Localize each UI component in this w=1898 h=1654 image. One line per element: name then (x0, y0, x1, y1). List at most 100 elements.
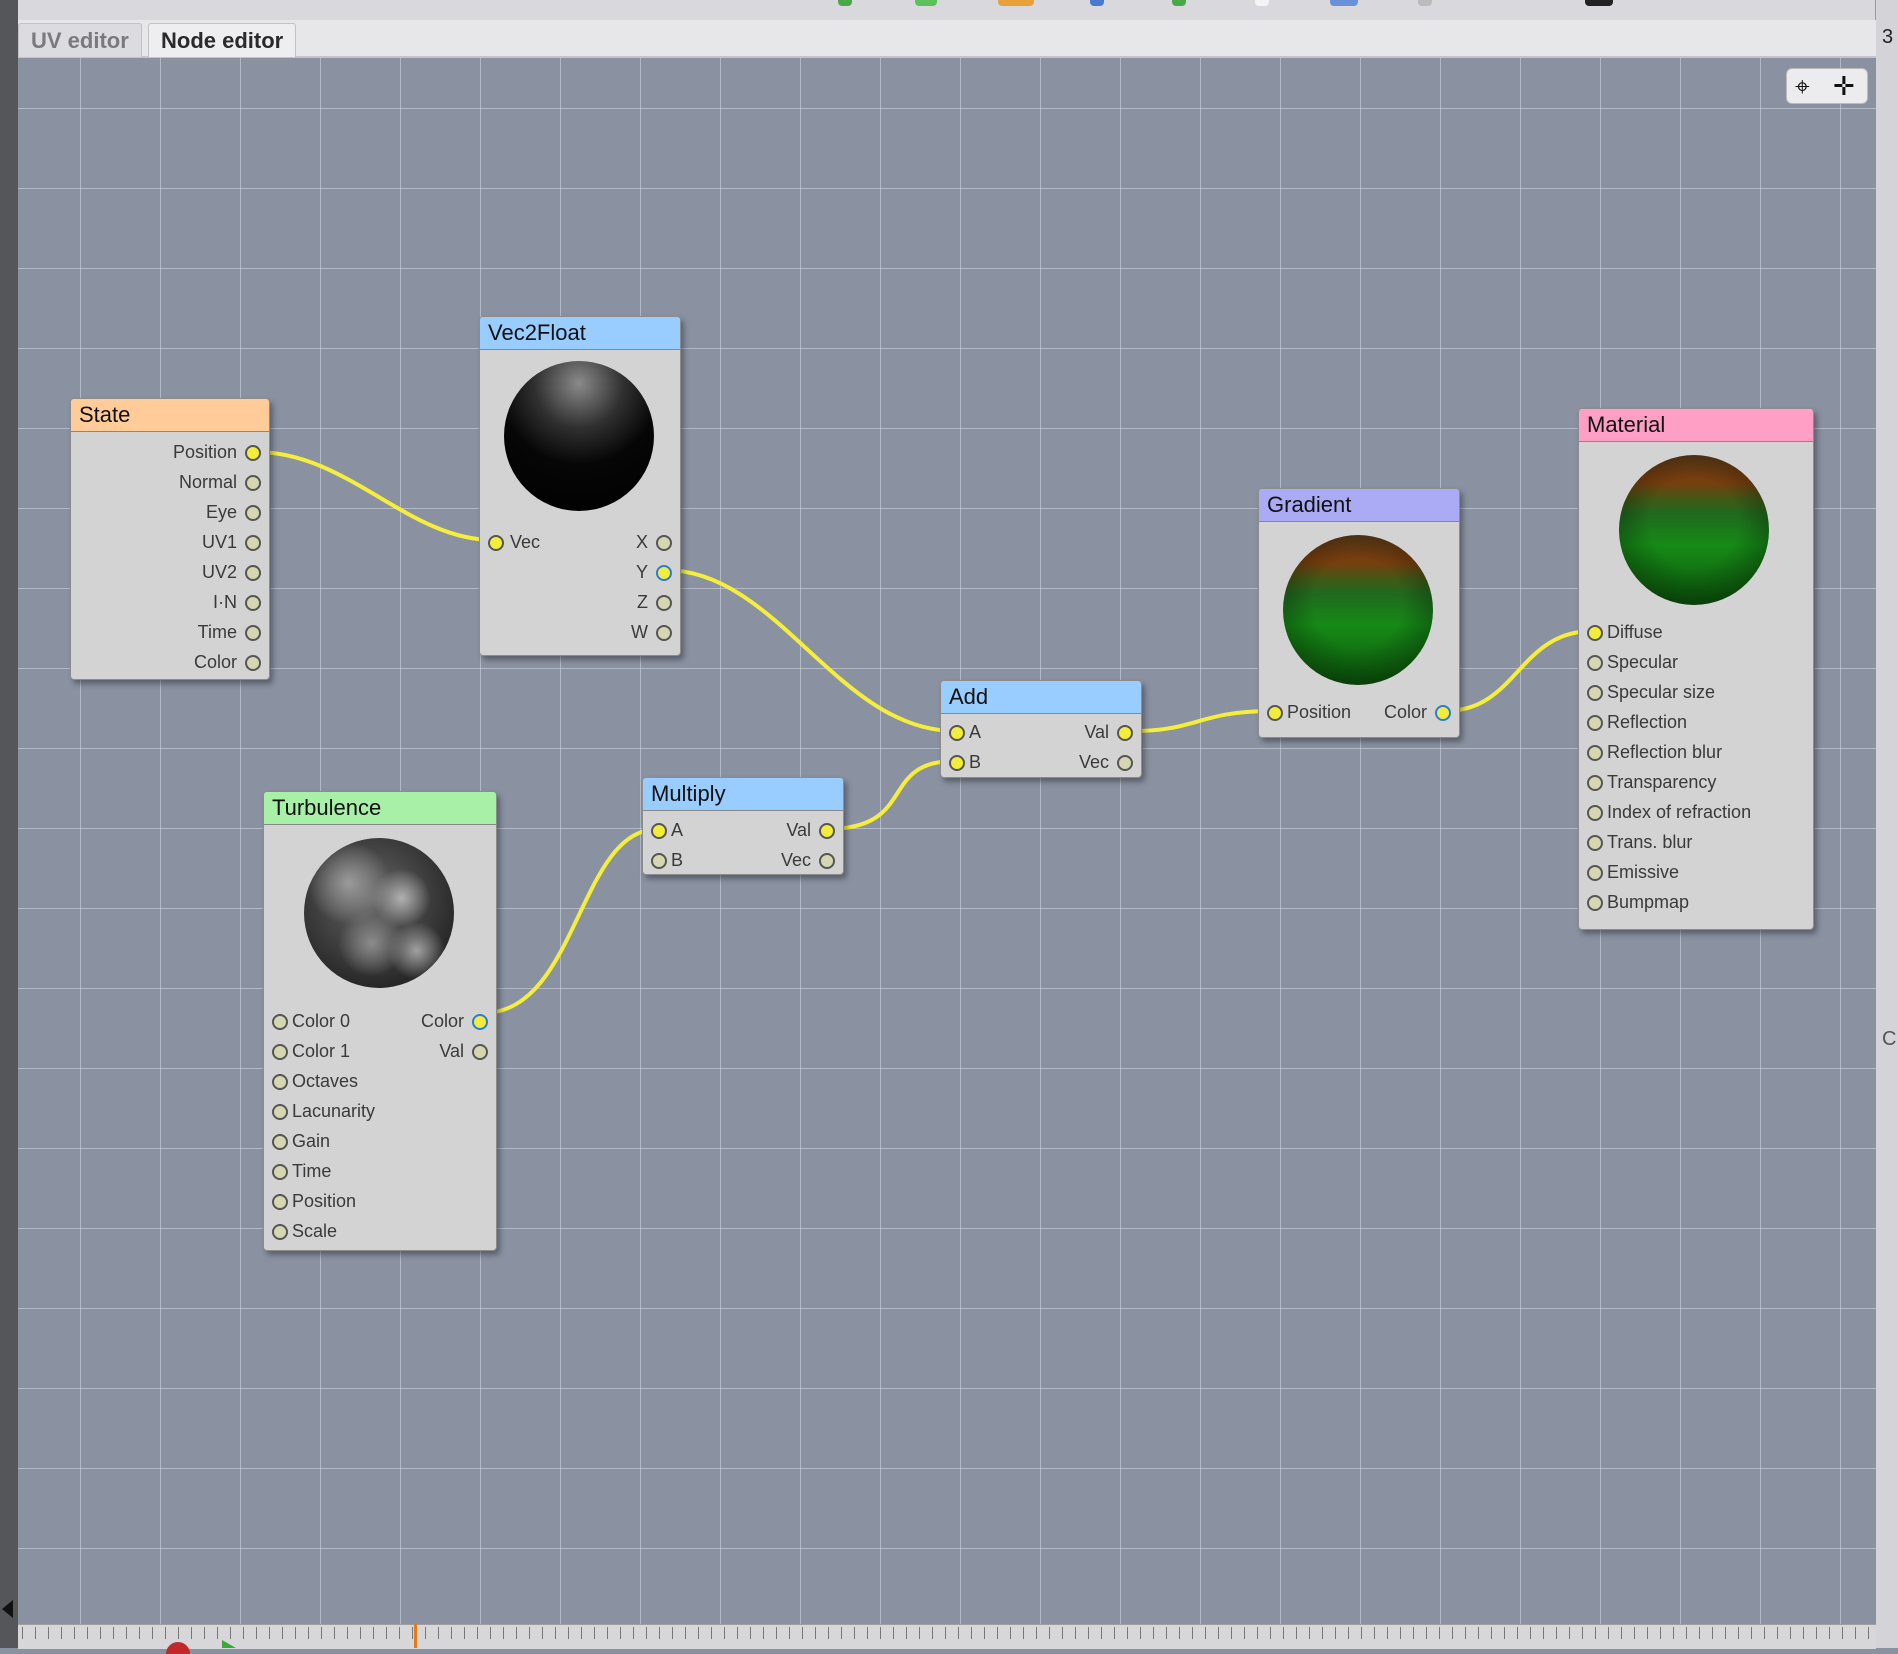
input-port[interactable] (272, 1164, 288, 1180)
add-node[interactable]: Add A Val B Vec (940, 680, 1142, 778)
input-label: B (969, 752, 982, 772)
collapse-left-icon[interactable] (2, 1600, 13, 1618)
input-port[interactable] (1587, 865, 1603, 881)
output-port[interactable] (245, 535, 261, 551)
output-port[interactable] (472, 1044, 488, 1060)
input-port[interactable] (272, 1224, 288, 1240)
input-port[interactable] (1587, 625, 1603, 641)
output-port[interactable] (245, 445, 261, 461)
input-port[interactable] (1587, 715, 1603, 731)
sphere-preview (1283, 535, 1433, 685)
vec2float-node[interactable]: Vec2Float Vec X Y Z W (479, 316, 681, 656)
node-title: State (71, 399, 269, 432)
state-node[interactable]: State Position Normal Eye UV1 UV2 I·N Ti… (70, 398, 270, 680)
output-port[interactable] (1117, 725, 1133, 741)
toolbar-tool-icon[interactable] (915, 0, 937, 6)
tab-node-editor[interactable]: Node editor (148, 23, 297, 57)
input-port[interactable] (272, 1074, 288, 1090)
input-label: Color 0 (292, 1011, 351, 1031)
output-label: Color (420, 1011, 464, 1031)
input-port[interactable] (272, 1104, 288, 1120)
output-port[interactable] (245, 565, 261, 581)
output-port[interactable] (1435, 705, 1451, 721)
wire-multiply-val-to-add-b (826, 759, 956, 831)
input-port[interactable] (488, 535, 504, 551)
output-label: X (635, 532, 648, 552)
input-label: Reflection (1607, 712, 1688, 732)
target-icon[interactable]: ⌖ (1795, 73, 1810, 99)
output-port[interactable] (819, 823, 835, 839)
input-port[interactable] (272, 1014, 288, 1030)
output-label: Y (635, 562, 648, 582)
wire-state-position-to-vec2float-vec (255, 450, 494, 542)
input-port[interactable] (272, 1134, 288, 1150)
output-label: Vec (1078, 752, 1109, 772)
right-panel-label: C (1882, 1028, 1897, 1050)
input-port[interactable] (949, 755, 965, 771)
output-port[interactable] (245, 625, 261, 641)
node-title: Material (1579, 409, 1813, 442)
input-port[interactable] (1587, 775, 1603, 791)
input-port[interactable] (1587, 895, 1603, 911)
output-port[interactable] (656, 625, 672, 641)
gradient-node[interactable]: Gradient Position Color (1258, 488, 1460, 738)
input-port[interactable] (1587, 835, 1603, 851)
output-label: Val (439, 1041, 464, 1061)
toolbar-tool-icon[interactable] (1172, 0, 1186, 6)
wire-add-val-to-gradient-position (1132, 709, 1274, 733)
toolbar-tool-icon[interactable] (838, 0, 852, 6)
toolbar-tool-icon[interactable] (1090, 0, 1104, 6)
input-port[interactable] (272, 1194, 288, 1210)
input-label: Vec (510, 532, 541, 552)
output-port[interactable] (656, 565, 672, 581)
right-panel-label: 3 (1882, 26, 1894, 48)
input-label: Scale (292, 1221, 338, 1241)
input-port[interactable] (651, 853, 667, 869)
output-port[interactable] (245, 655, 261, 671)
toolbar-tool-icon[interactable] (1330, 0, 1358, 6)
turbulence-node[interactable]: Turbulence Color 0 Color Color 1 Val Oct… (263, 791, 497, 1251)
input-port[interactable] (1267, 705, 1283, 721)
input-port[interactable] (1587, 745, 1603, 761)
output-label: Vec (780, 850, 811, 870)
output-port[interactable] (245, 595, 261, 611)
output-label: Eye (205, 502, 237, 522)
input-label: Color 1 (292, 1041, 351, 1061)
input-label: Time (292, 1161, 332, 1181)
input-port[interactable] (1587, 685, 1603, 701)
output-port[interactable] (656, 595, 672, 611)
tab-uv-editor[interactable]: UV editor (18, 23, 142, 57)
toolbar-tool-icon[interactable] (1255, 0, 1269, 6)
sphere-preview (1619, 455, 1769, 605)
output-port[interactable] (1117, 755, 1133, 771)
play-icon[interactable] (222, 1640, 236, 1648)
input-port[interactable] (272, 1044, 288, 1060)
toolbar-tool-icon[interactable] (1418, 0, 1432, 6)
output-port[interactable] (819, 853, 835, 869)
toolbar-tool-icon[interactable] (1585, 0, 1613, 6)
output-port[interactable] (245, 475, 261, 491)
input-label: B (671, 850, 684, 870)
output-label: W (631, 622, 648, 642)
input-port[interactable] (1587, 805, 1603, 821)
input-label: Octaves (292, 1071, 359, 1091)
node-title: Add (941, 681, 1141, 714)
view-tools: ⌖ ✛ (1786, 68, 1868, 104)
editor-tab-bar: UV editor Node editor (18, 20, 1876, 58)
timeline-playhead[interactable] (414, 1624, 417, 1648)
move-arrows-icon[interactable]: ✛ (1833, 73, 1855, 99)
input-port[interactable] (651, 823, 667, 839)
output-port[interactable] (245, 505, 261, 521)
input-port[interactable] (1587, 655, 1603, 671)
material-node[interactable]: Material Diffuse Specular Specular size … (1578, 408, 1814, 930)
sphere-preview (304, 838, 454, 988)
toolbar-tool-icon[interactable] (998, 0, 1034, 6)
node-canvas[interactable]: ⌖ ✛ State Position Normal Eye UV1 UV2 I·… (18, 58, 1876, 1624)
multiply-node[interactable]: Multiply A Val B Vec (642, 777, 844, 875)
input-port[interactable] (949, 725, 965, 741)
output-port[interactable] (472, 1014, 488, 1030)
input-label: Index of refraction (1607, 802, 1752, 822)
output-port[interactable] (656, 535, 672, 551)
input-label: Reflection blur (1607, 742, 1723, 762)
timeline-ruler[interactable] (18, 1624, 1876, 1649)
